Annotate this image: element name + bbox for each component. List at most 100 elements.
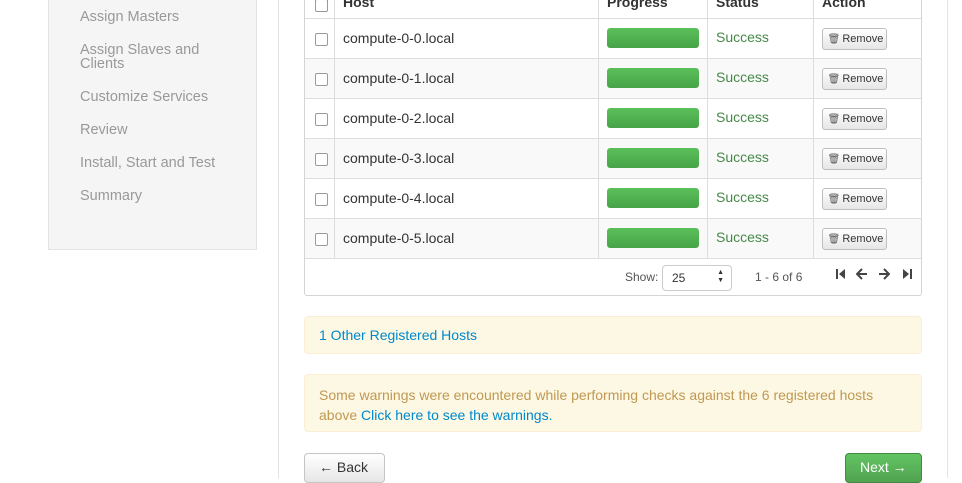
row-action-cell: 🗑 Remove (814, 59, 921, 98)
hosts-table: Host Progress Status Action compute-0-0.… (304, 0, 922, 296)
remove-button[interactable]: 🗑 Remove (822, 68, 887, 90)
sidebar-item-customize-services[interactable]: Customize Services (80, 89, 240, 105)
row-status-cell: Success (708, 219, 814, 258)
column-header-progress[interactable]: Progress (607, 0, 668, 10)
other-registered-hosts-link[interactable]: 1 Other Registered Hosts (319, 327, 477, 343)
row-action-cell: 🗑 Remove (814, 219, 921, 258)
row-host-cell: compute-0-0.local (335, 19, 599, 58)
page-size-value: 25 (672, 271, 686, 285)
remove-button[interactable]: 🗑 Remove (822, 28, 887, 50)
page-size-label: Show: (625, 270, 659, 284)
row-progress-cell (599, 19, 708, 58)
row-checkbox[interactable] (315, 73, 328, 86)
remove-label: Remove (842, 153, 884, 165)
row-progress-cell (599, 59, 708, 98)
row-checkbox[interactable] (315, 233, 328, 246)
row-status-cell: Success (708, 19, 814, 58)
sidebar-item-install-start-test[interactable]: Install, Start and Test (80, 155, 240, 171)
table-row: compute-0-3.local Success 🗑 Remove (305, 139, 921, 179)
remove-label: Remove (842, 33, 884, 45)
progress-bar-fill (607, 188, 699, 208)
see-warnings-link[interactable]: Click here to see the warnings. (361, 407, 552, 423)
row-action-cell: 🗑 Remove (814, 19, 921, 58)
sidebar-item-label: Review (80, 122, 128, 138)
trash-icon: 🗑 (827, 34, 841, 45)
host-name: compute-0-4.local (343, 190, 455, 206)
sidebar-item-label: Assign Masters (80, 9, 180, 25)
row-progress-cell (599, 139, 708, 178)
column-header-status[interactable]: Status (716, 0, 759, 10)
progress-bar (607, 68, 699, 88)
row-check-cell (305, 139, 335, 178)
progress-bar (607, 188, 699, 208)
last-page-icon[interactable] (901, 268, 913, 283)
sidebar-item-label: Customize Services (80, 89, 209, 105)
select-all-checkbox[interactable] (315, 0, 328, 12)
page-size-select[interactable]: 25 ▲ ▼ (662, 265, 732, 291)
pagination-bar: Show: 25 ▲ ▼ 1 - 6 of 6 (305, 259, 921, 295)
sidebar-item-label: Install, Start and Test (80, 155, 216, 171)
header-progress-cell: Progress (599, 0, 708, 18)
back-button[interactable]: ← Back (304, 453, 385, 483)
row-check-cell (305, 99, 335, 138)
progress-bar-fill (607, 68, 699, 88)
table-row: compute-0-5.local Success 🗑 Remove (305, 219, 921, 259)
row-host-cell: compute-0-3.local (335, 139, 599, 178)
row-status-cell: Success (708, 179, 814, 218)
page-range: 1 - 6 of 6 (755, 270, 803, 284)
trash-icon: 🗑 (827, 74, 841, 85)
trash-icon: 🗑 (827, 154, 841, 165)
row-progress-cell (599, 99, 708, 138)
trash-icon: 🗑 (827, 114, 841, 125)
remove-button[interactable]: 🗑 Remove (822, 188, 887, 210)
wizard-sidebar: Assign Masters Assign Slaves and Clients… (48, 0, 257, 250)
status-text: Success (716, 189, 769, 205)
header-host-cell: Host (335, 0, 599, 18)
progress-bar (607, 148, 699, 168)
header-action-cell: Action (814, 0, 921, 18)
sidebar-item-summary[interactable]: Summary (80, 188, 240, 204)
row-checkbox[interactable] (315, 193, 328, 206)
sidebar-item-assign-slaves[interactable]: Assign Slaves and Clients (80, 43, 240, 72)
first-page-icon[interactable] (835, 268, 847, 283)
table-row: compute-0-2.local Success 🗑 Remove (305, 99, 921, 139)
prev-page-icon[interactable] (855, 268, 868, 283)
next-button[interactable]: Next → (845, 453, 922, 483)
status-text: Success (716, 69, 769, 85)
table-row: compute-0-0.local Success 🗑 Remove (305, 19, 921, 59)
remove-button[interactable]: 🗑 Remove (822, 108, 887, 130)
row-progress-cell (599, 219, 708, 258)
trash-icon: 🗑 (827, 194, 841, 205)
sidebar-item-assign-masters[interactable]: Assign Masters (80, 9, 240, 25)
header-check-cell (305, 0, 335, 18)
row-status-cell: Success (708, 59, 814, 98)
remove-button[interactable]: 🗑 Remove (822, 228, 887, 250)
progress-bar (607, 108, 699, 128)
row-host-cell: compute-0-1.local (335, 59, 599, 98)
progress-bar-fill (607, 108, 699, 128)
remove-button[interactable]: 🗑 Remove (822, 148, 887, 170)
table-row: compute-0-4.local Success 🗑 Remove (305, 179, 921, 219)
column-header-host[interactable]: Host (343, 0, 374, 10)
row-checkbox[interactable] (315, 153, 328, 166)
progress-bar-fill (607, 228, 699, 248)
row-action-cell: 🗑 Remove (814, 99, 921, 138)
row-checkbox[interactable] (315, 33, 328, 46)
row-status-cell: Success (708, 139, 814, 178)
row-host-cell: compute-0-2.local (335, 99, 599, 138)
progress-bar (607, 228, 699, 248)
progress-bar-fill (607, 148, 699, 168)
row-check-cell (305, 59, 335, 98)
row-action-cell: 🗑 Remove (814, 179, 921, 218)
row-checkbox[interactable] (315, 113, 328, 126)
table-row: compute-0-1.local Success 🗑 Remove (305, 59, 921, 99)
row-check-cell (305, 19, 335, 58)
next-page-icon[interactable] (878, 268, 891, 283)
row-check-cell (305, 219, 335, 258)
sidebar-item-label: Summary (80, 188, 143, 204)
host-name: compute-0-2.local (343, 110, 455, 126)
status-text: Success (716, 109, 769, 125)
trash-icon: 🗑 (827, 234, 841, 245)
registered-hosts-alert: 1 Other Registered Hosts (304, 316, 922, 354)
sidebar-item-review[interactable]: Review (80, 122, 240, 138)
